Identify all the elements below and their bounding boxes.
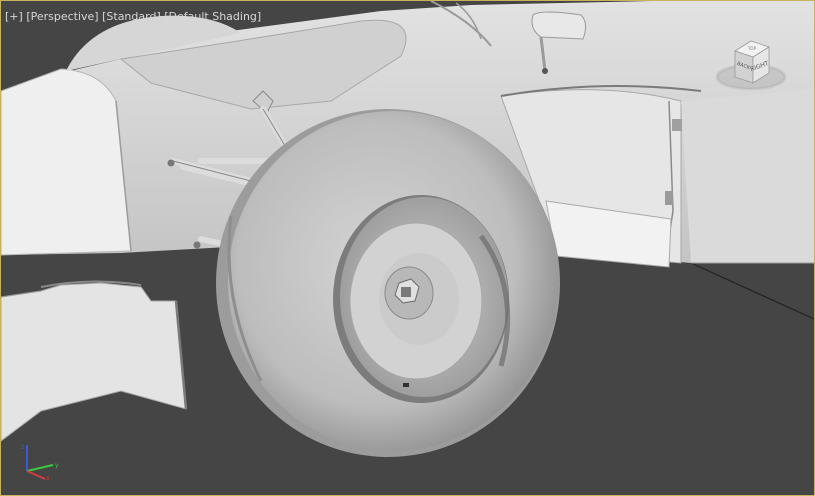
axis-x-label: x (46, 475, 50, 481)
axis-z-label: z (21, 444, 24, 451)
3d-viewport[interactable]: [+] [Perspective] [Standard] [Default Sh… (0, 0, 815, 496)
viewport-menu-button[interactable]: [+] (5, 10, 23, 23)
grid-line (690, 262, 814, 320)
nose-cone (1, 68, 132, 256)
viewcube[interactable]: RIGHT BACK TOP (713, 35, 789, 95)
front-tire (216, 109, 560, 457)
view-name-button[interactable]: [Perspective] (26, 10, 98, 23)
axis-y-label: y (55, 462, 59, 469)
viewport-scene[interactable] (1, 1, 814, 495)
axis-tripod-icon: z y x (21, 444, 59, 481)
viewcube-top-label[interactable]: TOP (747, 46, 757, 51)
view-mode-button[interactable]: [Standard] (102, 10, 161, 23)
front-wing (1, 280, 188, 442)
shading-mode-button[interactable]: [Default Shading] (164, 10, 261, 23)
viewport-label: [+] [Perspective] [Standard] [Default Sh… (5, 10, 261, 23)
